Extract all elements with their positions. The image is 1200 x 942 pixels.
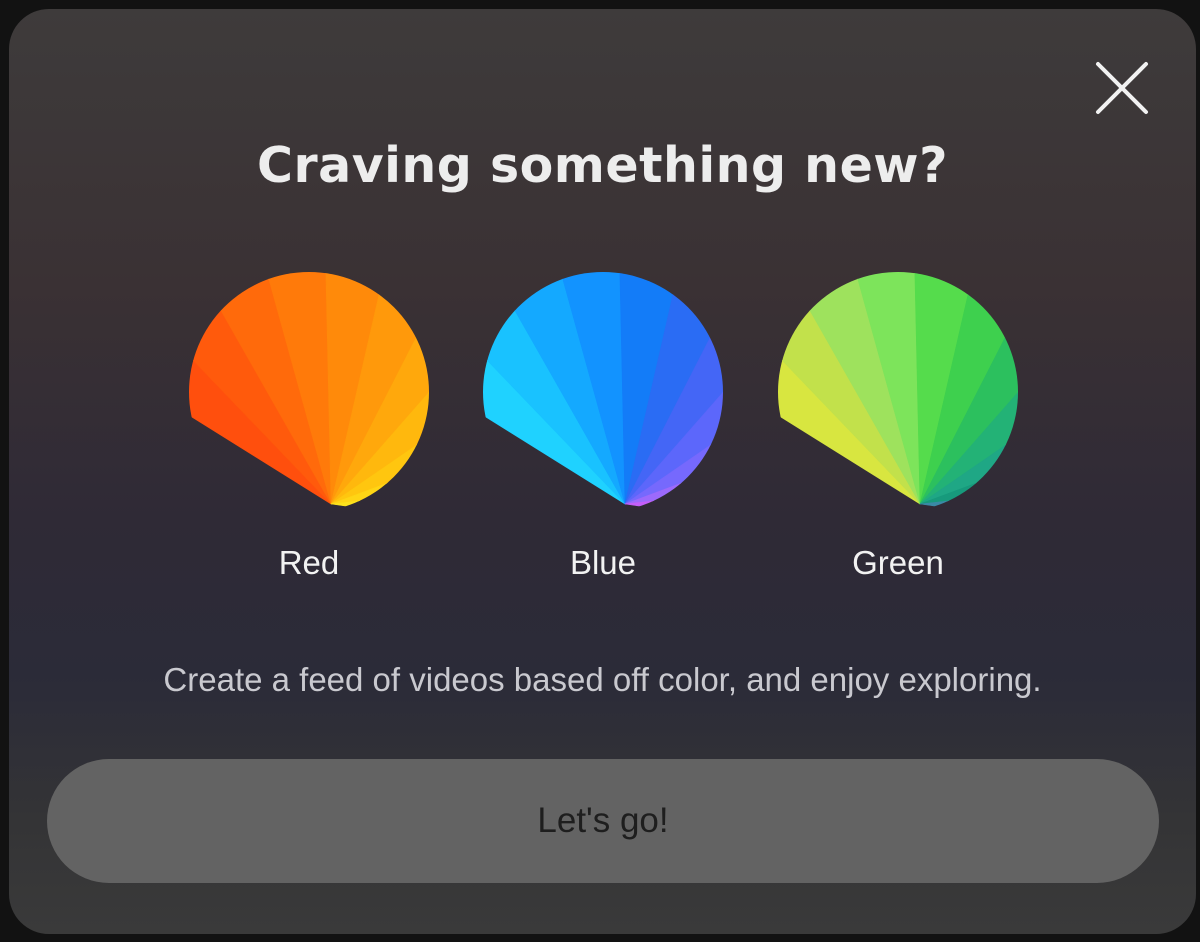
dialog-title: Craving something new?	[257, 137, 948, 194]
color-feed-dialog: Craving something new? Red Blue Green Cr…	[9, 9, 1196, 934]
option-label: Green	[852, 544, 944, 581]
close-icon	[1096, 62, 1148, 114]
red-color-wheel-icon	[189, 272, 429, 512]
option-label: Blue	[569, 544, 637, 581]
option-red[interactable]: Red	[179, 272, 439, 602]
blue-color-wheel-icon	[483, 272, 723, 512]
option-label: Red	[278, 544, 340, 581]
option-blue[interactable]: Blue	[473, 272, 733, 602]
dialog-description: Create a feed of videos based off color,…	[163, 661, 1042, 698]
green-color-wheel-icon	[778, 272, 1018, 512]
color-options: Red Blue Green	[9, 272, 1196, 602]
option-green[interactable]: Green	[768, 272, 1028, 602]
lets-go-button[interactable]: Let's go!	[47, 759, 1159, 883]
close-button[interactable]	[1091, 57, 1153, 119]
